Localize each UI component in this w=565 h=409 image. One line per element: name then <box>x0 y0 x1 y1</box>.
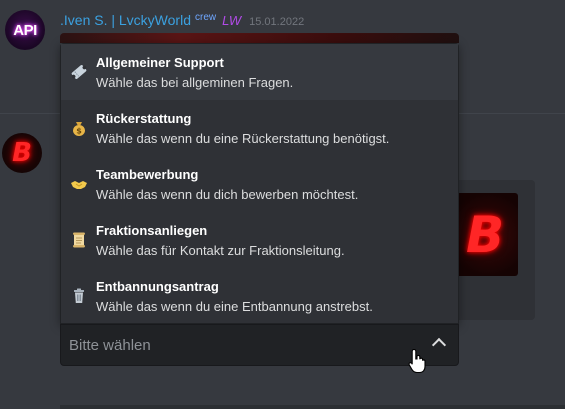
lw-emoji-icon: LW <box>222 13 242 28</box>
embed-thumbnail[interactable]: B <box>452 193 518 276</box>
message-header: .Iven S. | LvckyWorld crew LW 15.01.2022 <box>60 12 304 30</box>
option-rueckerstattung[interactable]: $ Rückerstattung Wähle das wenn du eine … <box>61 100 458 156</box>
option-entbannungsantrag[interactable]: Entbannungsantrag Wähle das wenn du eine… <box>61 268 458 324</box>
option-allgemeiner-support[interactable]: Allgemeiner Support Wähle das bei allgem… <box>61 44 458 100</box>
embed-image-strip <box>60 33 459 43</box>
option-label: Teambewerbung <box>96 167 199 182</box>
user-avatar[interactable]: API <box>5 10 45 50</box>
money-bag-icon: $ <box>69 118 89 138</box>
bot-avatar[interactable]: B <box>2 133 42 173</box>
select-dropdown-menu: Allgemeiner Support Wähle das bei allgem… <box>60 43 459 324</box>
ticket-icon <box>69 62 89 82</box>
trash-can-icon <box>69 286 89 306</box>
bottom-bar <box>60 405 565 409</box>
select-placeholder: Bitte wählen <box>69 336 151 354</box>
thumbnail-letter: B <box>465 205 505 264</box>
handshake-icon <box>69 174 89 194</box>
avatar-text: API <box>13 21 37 39</box>
option-description: Wähle das für Kontakt zur Fraktionsleitu… <box>96 243 345 258</box>
svg-text:$: $ <box>76 127 82 136</box>
option-description: Wähle das wenn du eine Entbannung anstre… <box>96 299 373 314</box>
option-label: Allgemeiner Support <box>96 55 224 70</box>
scroll-icon <box>69 230 89 250</box>
bot-avatar-letter: B <box>12 138 32 168</box>
timestamp: 15.01.2022 <box>249 16 305 28</box>
chevron-up-icon[interactable] <box>431 337 447 353</box>
option-description: Wähle das wenn du dich bewerben möchtest… <box>96 187 359 202</box>
option-fraktionsanliegen[interactable]: Fraktionsanliegen Wähle das für Kontakt … <box>61 212 458 268</box>
option-label: Rückerstattung <box>96 111 192 126</box>
select-menu-input[interactable]: Bitte wählen <box>60 324 459 366</box>
option-label: Fraktionsanliegen <box>96 223 208 238</box>
crew-tag: crew <box>194 12 217 23</box>
option-description: Wähle das wenn du eine Rückerstattung be… <box>96 131 390 146</box>
option-description: Wähle das bei allgeminen Fragen. <box>96 75 294 90</box>
option-teambewerbung[interactable]: Teambewerbung Wähle das wenn du dich bew… <box>61 156 458 212</box>
username[interactable]: .Iven S. | LvckyWorld <box>60 12 191 28</box>
option-label: Entbannungsantrag <box>96 279 219 294</box>
